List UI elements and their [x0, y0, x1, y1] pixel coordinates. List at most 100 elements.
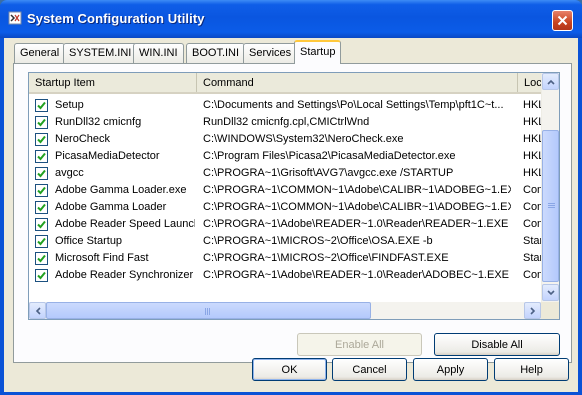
close-icon	[557, 15, 568, 26]
checkmark-icon	[37, 101, 46, 110]
list-item[interactable]: Setup C:\Documents and Settings\Po\Local …	[29, 96, 543, 113]
list-item[interactable]: NeroCheck C:\WINDOWS\System32\NeroCheck.e…	[29, 130, 543, 147]
checkmark-icon	[37, 203, 46, 212]
arrow-left-icon	[35, 306, 41, 315]
startup-item-checkbox[interactable]	[35, 99, 48, 112]
cancel-button[interactable]: Cancel	[332, 358, 407, 381]
column-header-startup-item[interactable]: Startup Item	[29, 73, 197, 92]
startup-item-command: C:\PROGRA~1\MICROS~2\Office\FINDFAST.EXE	[203, 252, 449, 264]
list-item[interactable]: avgcc C:\PROGRA~1\Grisoft\AVG7\avgcc.exe …	[29, 164, 543, 181]
list-item[interactable]: Office Startup C:\PROGRA~1\MICROS~2\Offic…	[29, 232, 543, 249]
startup-item-checkbox[interactable]	[35, 150, 48, 163]
help-button[interactable]: Help	[494, 358, 569, 381]
checkmark-icon	[37, 169, 46, 178]
startup-item-name: avgcc	[55, 167, 84, 179]
disable-all-button[interactable]: Disable All	[434, 333, 560, 356]
startup-items-list[interactable]: Startup Item Command Loc Setup C:\Documen…	[28, 72, 560, 320]
tab-services[interactable]: Services	[243, 43, 298, 63]
scroll-down-button[interactable]	[542, 284, 559, 301]
horizontal-scroll-thumb[interactable]	[46, 302, 371, 319]
startup-item-checkbox[interactable]	[35, 269, 48, 282]
startup-item-command: RunDll32 cmicnfg.cpl,CMICtrlWnd	[203, 116, 370, 128]
scrollbar-corner	[541, 302, 559, 319]
startup-item-checkbox[interactable]	[35, 201, 48, 214]
tab-system-ini[interactable]: SYSTEM.INI	[63, 43, 138, 63]
checkmark-icon	[37, 254, 46, 263]
tab-general[interactable]: General	[14, 43, 66, 63]
startup-item-command: C:\PROGRA~1\COMMON~1\Adobe\CALIBR~1\ADOB…	[203, 201, 511, 213]
startup-item-checkbox[interactable]	[35, 184, 48, 197]
startup-item-name: Adobe Gamma Loader.exe	[55, 184, 187, 196]
arrow-up-icon	[546, 79, 555, 85]
startup-item-location: Star	[523, 252, 543, 264]
startup-item-command: C:\PROGRA~1\Adobe\READER~1.0\Reader\READ…	[203, 218, 509, 230]
startup-item-name: Office Startup	[55, 235, 123, 247]
startup-item-location: HKL	[523, 99, 543, 111]
startup-item-command: C:\PROGRA~1\MICROS~2\Office\OSA.EXE -b	[203, 235, 433, 247]
title-bar[interactable]: System Configuration Utility	[0, 0, 582, 38]
list-item[interactable]: Microsoft Find Fast C:\PROGRA~1\MICROS~2\…	[29, 249, 543, 266]
startup-item-checkbox[interactable]	[35, 218, 48, 231]
startup-item-command: C:\WINDOWS\System32\NeroCheck.exe	[203, 133, 404, 145]
vertical-scroll-thumb[interactable]	[542, 130, 559, 282]
checkmark-icon	[37, 237, 46, 246]
startup-item-name: Setup	[55, 99, 84, 111]
dialog-client-area: General SYSTEM.INI WIN.INI BOOT.INI Serv…	[4, 38, 578, 392]
startup-item-checkbox[interactable]	[35, 116, 48, 129]
startup-item-command: C:\Program Files\Picasa2\PicasaMediaDete…	[203, 150, 456, 162]
checkmark-icon	[37, 271, 46, 280]
list-item[interactable]: Adobe Reader Synchronizer C:\PROGRA~1\Ado…	[29, 266, 543, 283]
tab-win-ini[interactable]: WIN.INI	[133, 43, 184, 63]
startup-item-location: HKL	[523, 150, 543, 162]
startup-item-name: Microsoft Find Fast	[55, 252, 149, 264]
close-button[interactable]	[552, 10, 573, 31]
startup-item-name: Adobe Gamma Loader	[55, 201, 167, 213]
list-header: Startup Item Command Loc	[29, 73, 542, 94]
scroll-up-button[interactable]	[542, 73, 559, 90]
ok-button[interactable]: OK	[252, 358, 327, 381]
arrow-right-icon	[529, 306, 535, 315]
startup-item-checkbox[interactable]	[35, 252, 48, 265]
checkmark-icon	[37, 135, 46, 144]
checkmark-icon	[37, 118, 46, 127]
column-header-command[interactable]: Command	[197, 73, 518, 92]
system-configuration-window: System Configuration Utility General SYS…	[0, 0, 582, 395]
tab-startup[interactable]: Startup	[294, 40, 342, 64]
startup-item-checkbox[interactable]	[35, 133, 48, 146]
horizontal-scrollbar[interactable]	[29, 302, 541, 319]
list-item[interactable]: Adobe Gamma Loader.exe C:\PROGRA~1\COMMON…	[29, 181, 543, 198]
startup-item-checkbox[interactable]	[35, 235, 48, 248]
startup-item-command: C:\PROGRA~1\Adobe\READER~1.0\Reader\ADOB…	[203, 269, 510, 281]
startup-item-name: Adobe Reader Synchronizer	[55, 269, 194, 281]
startup-item-location: HKL	[523, 167, 543, 179]
startup-item-location: Com	[523, 201, 543, 213]
apply-button[interactable]: Apply	[413, 358, 488, 381]
startup-item-location: HKL	[523, 116, 543, 128]
list-item[interactable]: RunDll32 cmicnfg RunDll32 cmicnfg.cpl,CMI…	[29, 113, 543, 130]
enable-all-button[interactable]: Enable All	[297, 333, 422, 356]
startup-item-name: NeroCheck	[55, 133, 111, 145]
startup-item-checkbox[interactable]	[35, 167, 48, 180]
startup-item-location: Com	[523, 269, 543, 281]
window-title: System Configuration Utility	[27, 11, 205, 26]
thumb-grip-line	[209, 308, 210, 315]
checkmark-icon	[37, 186, 46, 195]
startup-item-command: C:\Documents and Settings\Po\Local Setti…	[203, 99, 504, 111]
vertical-scrollbar[interactable]	[541, 73, 559, 302]
list-item[interactable]: PicasaMediaDetector C:\Program Files\Pica…	[29, 147, 543, 164]
tab-boot-ini[interactable]: BOOT.INI	[186, 43, 246, 63]
startup-item-name: PicasaMediaDetector	[55, 150, 160, 162]
checkmark-icon	[37, 152, 46, 161]
checkmark-icon	[37, 220, 46, 229]
list-item[interactable]: Adobe Reader Speed Launch C:\PROGRA~1\Ado…	[29, 215, 543, 232]
thumb-grip-line	[548, 205, 555, 206]
thumb-grip-line	[548, 207, 555, 208]
system-config-app-icon	[8, 11, 22, 25]
startup-item-location: HKL	[523, 133, 543, 145]
startup-item-location: Com	[523, 218, 543, 230]
scroll-left-button[interactable]	[29, 302, 46, 319]
startup-item-name: RunDll32 cmicnfg	[55, 116, 142, 128]
list-item[interactable]: Adobe Gamma Loader C:\PROGRA~1\COMMON~1\A…	[29, 198, 543, 215]
scroll-right-button[interactable]	[524, 302, 541, 319]
startup-item-location: Star	[523, 235, 543, 247]
